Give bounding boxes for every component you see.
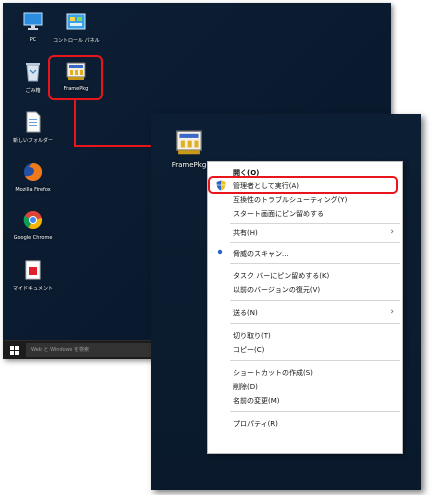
menu-item-label: タスク バーにピン留めする(K)	[233, 272, 330, 280]
menu-item-label: 送る(N)	[233, 309, 258, 317]
menu-item-label: 切り取り(T)	[233, 332, 271, 340]
menu-separator	[230, 300, 400, 301]
menu-item-label: 共有(H)	[233, 229, 258, 237]
menu-item-pin-start[interactable]: スタート画面にピン留めする	[208, 208, 402, 221]
menu-item-troubleshoot[interactable]: 互換性のトラブルシューティング(Y)	[208, 194, 402, 207]
menu-separator	[230, 360, 400, 361]
menu-item-label: 脅威のスキャン...	[233, 250, 289, 258]
menu-separator	[230, 411, 400, 412]
menu-item-label: 以前のバージョンの復元(V)	[233, 286, 321, 294]
menu-item-pin-taskbar[interactable]: タスク バーにピン留めする(K)	[208, 270, 402, 283]
menu-item-share[interactable]: 共有(H) ›	[208, 227, 402, 240]
menu-item-rename[interactable]: 名前の変更(M)	[208, 395, 402, 408]
menu-item-create-shortcut[interactable]: ショートカットの作成(S)	[208, 367, 402, 380]
menu-item-label: ショートカットの作成(S)	[233, 369, 313, 377]
menu-item-scan[interactable]: 脅威のスキャン...	[208, 248, 402, 261]
menu-separator	[230, 263, 400, 264]
menu-item-restore[interactable]: 以前のバージョンの復元(V)	[208, 284, 402, 297]
menu-separator	[230, 223, 400, 224]
menu-item-send-to[interactable]: 送る(N) ›	[208, 307, 402, 320]
context-menu: 開く(O) 管理者として実行(A) 互換性のトラブルシューティング(Y) スター…	[207, 161, 403, 454]
menu-item-label: スタート画面にピン留めする	[233, 210, 324, 218]
chevron-right-icon: ›	[390, 227, 394, 237]
menu-item-label: 名前の変更(M)	[233, 397, 280, 405]
menu-item-cut[interactable]: 切り取り(T)	[208, 330, 402, 343]
menu-item-delete[interactable]: 削除(D)	[208, 381, 402, 394]
framepkg-icon	[173, 126, 205, 158]
menu-item-label: 削除(D)	[233, 383, 258, 391]
menu-item-properties[interactable]: プロパティ(R)	[208, 418, 402, 431]
menu-item-label: 互換性のトラブルシューティング(Y)	[233, 196, 348, 204]
defender-icon	[216, 248, 224, 261]
zoomed-screenshot: FramePkg 開く(O) 管理者として実行(A) 互換性のトラブルシューティ…	[151, 114, 421, 490]
menu-item-copy[interactable]: コピー(C)	[208, 344, 402, 357]
highlight-run-as-admin	[208, 176, 398, 194]
chevron-right-icon: ›	[390, 307, 394, 317]
menu-separator	[230, 323, 400, 324]
menu-separator	[230, 242, 400, 243]
menu-item-label: プロパティ(R)	[233, 420, 278, 428]
menu-item-label: コピー(C)	[233, 346, 265, 354]
